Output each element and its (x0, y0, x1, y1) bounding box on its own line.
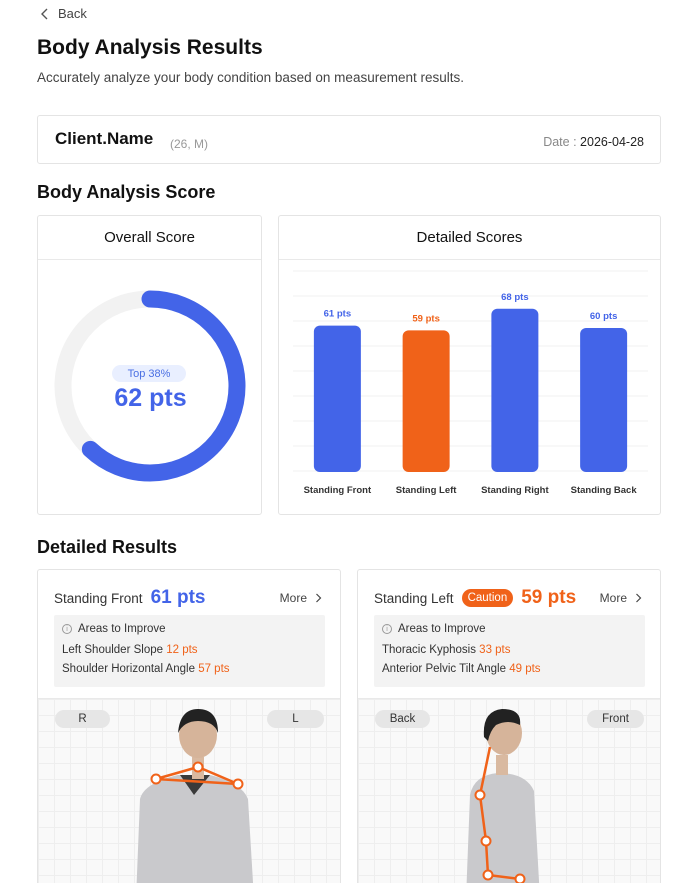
chart-value-label: 60 pts (590, 311, 617, 322)
score-section-title: Body Analysis Score (37, 182, 216, 202)
improve-item-pts: 12 pts (166, 644, 198, 656)
areas-to-improve-box: i Areas to Improve Thoracic Kyphosis 33 … (374, 615, 645, 687)
improve-item: Left Shoulder Slope 12 pts (62, 644, 317, 656)
chevron-right-icon (316, 593, 322, 603)
detailed-scores-card: Detailed Scores 61 pts Standing Front 59 p… (278, 215, 661, 515)
areas-to-improve-label: Areas to Improve (78, 623, 166, 635)
chevron-right-icon (636, 593, 642, 603)
overall-score-value: 62 pts (114, 384, 187, 412)
client-card: Client.Name (26, M) Date : 2026-04-28 (37, 115, 661, 164)
chart-bar (491, 308, 539, 472)
result-card-name: Standing Left (374, 590, 454, 606)
rank-badge: Top 38% (112, 365, 186, 382)
result-card-header: Standing Left Caution 59 pts (374, 587, 576, 609)
improve-item-label: Left Shoulder Slope (62, 644, 164, 656)
back-button[interactable]: Back (40, 6, 87, 21)
result-card-standing-front: Standing Front 61 pts More i Areas to Im… (37, 569, 341, 883)
date-value: 2026-04-28 (580, 135, 644, 149)
improve-item-label: Anterior Pelvic Tilt Angle (382, 663, 507, 675)
areas-to-improve-label: Areas to Improve (398, 623, 486, 635)
posture-photo-left: Back Front (358, 698, 660, 883)
chart-bar (313, 325, 361, 472)
chart-category-label: Standing Back (571, 485, 638, 496)
chart-value-label: 59 pts (412, 313, 439, 324)
detailed-scores-title: Detailed Scores (279, 216, 660, 260)
improve-item-pts: 33 pts (479, 644, 511, 656)
chart-value-label: 61 pts (324, 309, 351, 320)
side-label-right: Front (587, 710, 644, 728)
side-label-left: R (55, 710, 110, 728)
results-section-title: Detailed Results (37, 537, 178, 557)
client-age-sex: (26, M) (170, 137, 209, 151)
side-label-right: L (267, 710, 324, 728)
improve-item: Shoulder Horizontal Angle 57 pts (62, 663, 317, 675)
info-icon: i (382, 624, 392, 634)
more-button[interactable]: More (280, 591, 322, 605)
back-label: Back (58, 6, 87, 21)
more-label: More (279, 591, 307, 605)
detailed-scores-chart: 61 pts Standing Front 59 pts Standing Left 6… (293, 270, 648, 496)
chart-category-label: Standing Left (396, 485, 458, 496)
overall-score-title: Overall Score (38, 216, 261, 260)
more-label: More (599, 591, 627, 605)
improve-item-label: Shoulder Horizontal Angle (62, 663, 195, 675)
chart-category-label: Standing Front (304, 485, 372, 496)
areas-to-improve-title: i Areas to Improve (382, 621, 637, 637)
overall-score-card: Overall Score Top 38% 62 pts (37, 215, 262, 515)
chart-value-label: 68 pts (501, 292, 528, 303)
client-name: Client.Name (55, 129, 154, 148)
areas-to-improve-title: i Areas to Improve (62, 621, 317, 637)
result-card-score: 59 pts (521, 587, 577, 608)
chevron-left-icon (41, 8, 48, 19)
improve-item-pts: 57 pts (198, 663, 230, 675)
posture-photo-front: R L (38, 698, 340, 883)
page-subtitle: Accurately analyze your body condition b… (37, 70, 464, 85)
improve-item-label: Thoracic Kyphosis (382, 644, 476, 656)
more-button[interactable]: More (600, 591, 642, 605)
result-card-standing-left: Standing Left Caution 59 pts More i Area… (357, 569, 661, 883)
chart-category-label: Standing Right (481, 485, 549, 496)
result-card-name: Standing Front (54, 590, 143, 606)
improve-item: Thoracic Kyphosis 33 pts (382, 644, 637, 656)
result-card-score: 61 pts (150, 587, 206, 608)
chart-bar (402, 330, 450, 472)
improve-item-pts: 49 pts (509, 663, 541, 675)
date-label: Date : (543, 135, 577, 149)
chart-bar (580, 328, 628, 472)
areas-to-improve-box: i Areas to Improve Left Shoulder Slope 1… (54, 615, 325, 687)
result-card-header: Standing Front 61 pts (54, 587, 205, 609)
caution-badge: Caution (461, 589, 514, 607)
measurement-date: Date : 2026-04-28 (543, 135, 644, 149)
page-title: Body Analysis Results (37, 36, 263, 59)
info-icon: i (62, 624, 72, 634)
improve-item: Anterior Pelvic Tilt Angle 49 pts (382, 663, 637, 675)
side-label-left: Back (375, 710, 430, 728)
